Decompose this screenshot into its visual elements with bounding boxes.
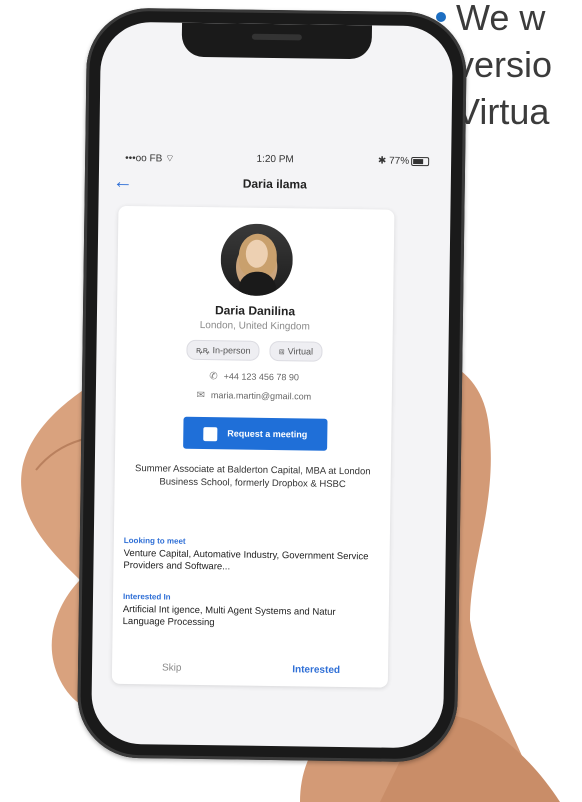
mail-icon: ✉ <box>196 389 206 402</box>
calendar-icon <box>203 426 218 441</box>
nav-bar: ← Daria ilama <box>99 170 451 201</box>
avatar <box>220 223 294 297</box>
profile-card: Daria Danilina London, United Kingdom ꝶꝶ… <box>111 205 395 688</box>
profile-location: London, United Kingdom <box>199 319 310 333</box>
status-bar: •••oo FB ⌔ 1:20 PM ✱ 77% <box>109 152 441 173</box>
slide-text: We w versio Virtua <box>456 0 552 135</box>
email-row: ✉ maria.martin@gmail.com <box>196 389 312 402</box>
interested-in-text: Artificial Int igence, Multi Agent Syste… <box>122 603 336 629</box>
battery-status: ✱ 77% <box>377 155 430 167</box>
speaker-grille <box>251 33 302 41</box>
meeting-type-tags: ꝶꝶ In-person ⧈ Virtual <box>116 339 392 363</box>
slide-line: We w <box>456 0 546 38</box>
slide-line: Virtua <box>456 91 550 132</box>
tag-in-person[interactable]: ꝶꝶ In-person <box>186 339 260 361</box>
phone-icon: ✆ <box>209 371 218 383</box>
skip-button[interactable]: Skip <box>162 662 182 673</box>
battery-icon <box>411 156 430 167</box>
profile-name: Daria Danilina <box>214 303 296 319</box>
page-title: Daria ilama <box>242 176 307 192</box>
video-icon: ⧈ <box>278 346 285 357</box>
bluetooth-icon: ✱ <box>377 155 387 167</box>
interested-in-label: Interested In <box>122 591 171 602</box>
slide-line: versio <box>456 44 553 85</box>
phone-notch <box>181 22 373 60</box>
avatar-body <box>238 271 277 297</box>
phone-frame: •••oo FB ⌔ 1:20 PM ✱ 77% ← Daria ilama D… <box>76 7 468 763</box>
request-meeting-button[interactable]: Request a meeting <box>183 416 328 451</box>
interested-button[interactable]: Interested <box>292 664 340 676</box>
looking-to-meet-label: Looking to meet <box>123 535 186 546</box>
looking-to-meet-text: Venture Capital, Automative Industry, Go… <box>123 547 369 573</box>
people-icon: ꝶꝶ <box>195 344 210 356</box>
phone-row: ✆ +44 123 456 78 90 <box>209 371 300 383</box>
tag-virtual[interactable]: ⧈ Virtual <box>269 340 323 362</box>
profile-bio: Summer Associate at Balderton Capital, M… <box>134 463 371 491</box>
phone-screen: •••oo FB ⌔ 1:20 PM ✱ 77% ← Daria ilama D… <box>90 21 454 749</box>
